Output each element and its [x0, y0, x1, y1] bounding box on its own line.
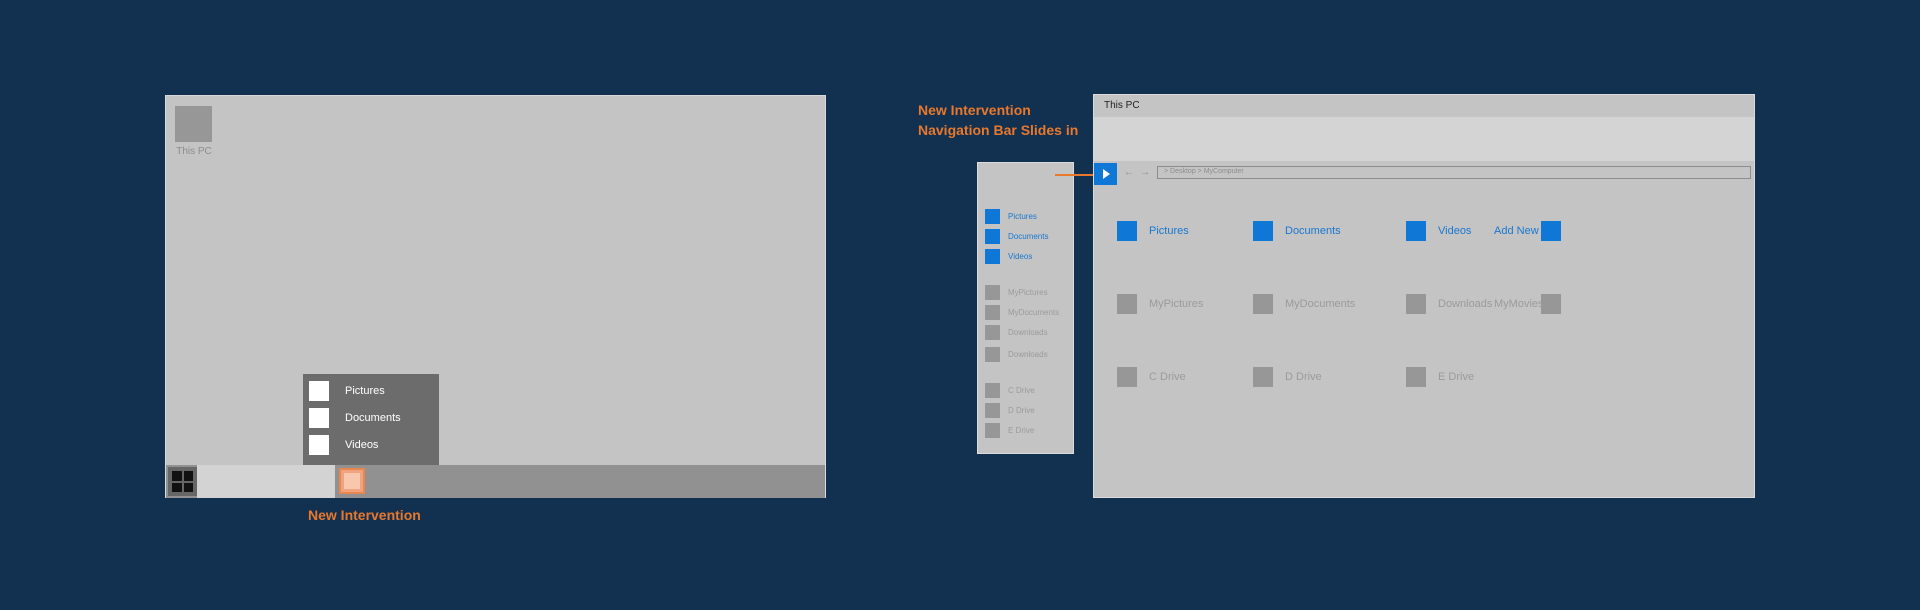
documents-icon [1253, 221, 1273, 241]
sidebar-item-label: Downloads [1008, 350, 1048, 359]
drive-icon [985, 403, 1000, 418]
start-button[interactable] [168, 467, 197, 496]
taskbar-new-intervention-button[interactable] [339, 468, 365, 494]
sidebar-item-label: Pictures [1008, 212, 1037, 221]
file-explorer-window: This PC ← → > Desktop > MyComputer Pictu… [1093, 94, 1755, 498]
pictures-icon [1117, 221, 1137, 241]
documents-icon [309, 407, 329, 428]
title-bar: This PC [1094, 95, 1754, 117]
callout-navigation-bar: New Intervention Navigation Bar Slides i… [918, 100, 1078, 140]
sidebar-item-mypictures[interactable]: MyPictures [985, 285, 1048, 300]
drive-icon [985, 383, 1000, 398]
folder-icon [985, 305, 1000, 320]
sidebar-item-label: Videos [1008, 252, 1033, 261]
sidebar-item-label: C Drive [1008, 386, 1035, 395]
tile-label: E Drive [1438, 371, 1475, 383]
sidebar-item-downloads[interactable]: Downloads [985, 325, 1048, 340]
sidebar-toggle-button[interactable] [1094, 163, 1117, 185]
jumplist-item-label: Pictures [345, 384, 385, 397]
tile-label: MyPictures [1149, 298, 1204, 310]
sidebar-item-c-drive[interactable]: C Drive [985, 383, 1035, 398]
tile-label: D Drive [1285, 371, 1322, 383]
documents-icon [985, 229, 1000, 244]
tile-mypictures[interactable]: MyPictures [1117, 294, 1203, 314]
tile-label: C Drive [1149, 371, 1186, 383]
desktop-mockup: This PC Pictures Documents Videos [165, 95, 826, 498]
folder-icon [985, 285, 1000, 300]
address-path: > Desktop > MyComputer [1164, 168, 1244, 175]
this-pc-label: This PC [176, 146, 212, 157]
sidebar-item-label: Documents [1008, 232, 1049, 241]
play-arrow-icon [1103, 169, 1110, 179]
sidebar-item-label: MyDocuments [1008, 308, 1060, 317]
folder-icon [1253, 294, 1273, 314]
this-pc-icon[interactable] [175, 106, 212, 142]
window-title: This PC [1104, 100, 1140, 111]
callout-line-1: New Intervention [918, 102, 1031, 118]
folder-icon [985, 325, 1000, 340]
mymovies-label: MyMovies [1494, 298, 1544, 310]
taskbar-jumplist: Pictures Documents Videos [303, 374, 439, 466]
tile-c-drive[interactable]: C Drive [1117, 367, 1186, 387]
windows-logo-icon [172, 471, 182, 481]
drive-icon [1406, 367, 1426, 387]
pictures-icon [985, 209, 1000, 224]
sidebar-item-documents[interactable]: Documents [985, 229, 1048, 244]
tile-label: Videos [1438, 225, 1472, 237]
tile-label: Pictures [1149, 225, 1189, 237]
navigation-bar: ← → > Desktop > MyComputer [1094, 163, 1754, 185]
videos-icon [309, 434, 329, 455]
callout-connector-line [1055, 174, 1095, 176]
forward-arrow-icon[interactable]: → [1140, 167, 1150, 178]
sidebar-item-d-drive[interactable]: D Drive [985, 403, 1035, 418]
tile-documents[interactable]: Documents [1253, 221, 1341, 241]
pictures-icon [309, 380, 329, 401]
sidebar-item-label: Downloads [1008, 328, 1048, 337]
tile-downloads[interactable]: Downloads [1406, 294, 1492, 314]
tile-label: MyDocuments [1285, 298, 1356, 310]
address-bar[interactable]: > Desktop > MyComputer [1157, 166, 1751, 179]
folder-icon [1117, 294, 1137, 314]
callout-new-intervention: New Intervention [308, 507, 421, 523]
sidebar-item-label: D Drive [1008, 406, 1035, 415]
drive-icon [985, 423, 1000, 438]
sidebar-item-label: MyPictures [1008, 288, 1048, 297]
taskbar [166, 465, 825, 498]
navigation-sidebar: Pictures Documents Videos MyPictures MyD… [977, 162, 1074, 454]
folder-icon [985, 347, 1000, 362]
ribbon [1094, 117, 1754, 161]
videos-icon [985, 249, 1000, 264]
jumplist-item-label: Documents [345, 411, 401, 424]
tile-mydocuments[interactable]: MyDocuments [1253, 294, 1355, 314]
drive-icon [1253, 367, 1273, 387]
sidebar-item-e-drive[interactable]: E Drive [985, 423, 1034, 438]
callout-line-2: Navigation Bar Slides in [918, 122, 1079, 138]
folder-icon [344, 473, 360, 489]
videos-icon [1406, 221, 1426, 241]
tile-pictures[interactable]: Pictures [1117, 221, 1189, 241]
taskbar-search-box[interactable] [197, 465, 335, 498]
drive-icon [1117, 367, 1137, 387]
folder-icon [1406, 294, 1426, 314]
sidebar-item-downloads-2[interactable]: Downloads [985, 347, 1048, 362]
tile-label: Documents [1285, 225, 1341, 237]
jumplist-item-videos[interactable]: Videos [309, 434, 378, 455]
tile-d-drive[interactable]: D Drive [1253, 367, 1322, 387]
jumplist-item-label: Videos [345, 438, 379, 451]
add-new-button[interactable] [1541, 221, 1561, 241]
tile-label: Downloads [1438, 298, 1493, 310]
jumplist-item-pictures[interactable]: Pictures [309, 380, 385, 401]
sidebar-item-pictures[interactable]: Pictures [985, 209, 1037, 224]
tile-e-drive[interactable]: E Drive [1406, 367, 1474, 387]
sidebar-item-mydocuments[interactable]: MyDocuments [985, 305, 1059, 320]
back-arrow-icon[interactable]: ← [1124, 167, 1134, 178]
sidebar-item-videos[interactable]: Videos [985, 249, 1032, 264]
jumplist-item-documents[interactable]: Documents [309, 407, 401, 428]
add-new-label: Add New [1494, 225, 1539, 237]
tile-videos[interactable]: Videos [1406, 221, 1471, 241]
sidebar-item-label: E Drive [1008, 426, 1035, 435]
mymovies-folder-icon[interactable] [1541, 294, 1561, 314]
